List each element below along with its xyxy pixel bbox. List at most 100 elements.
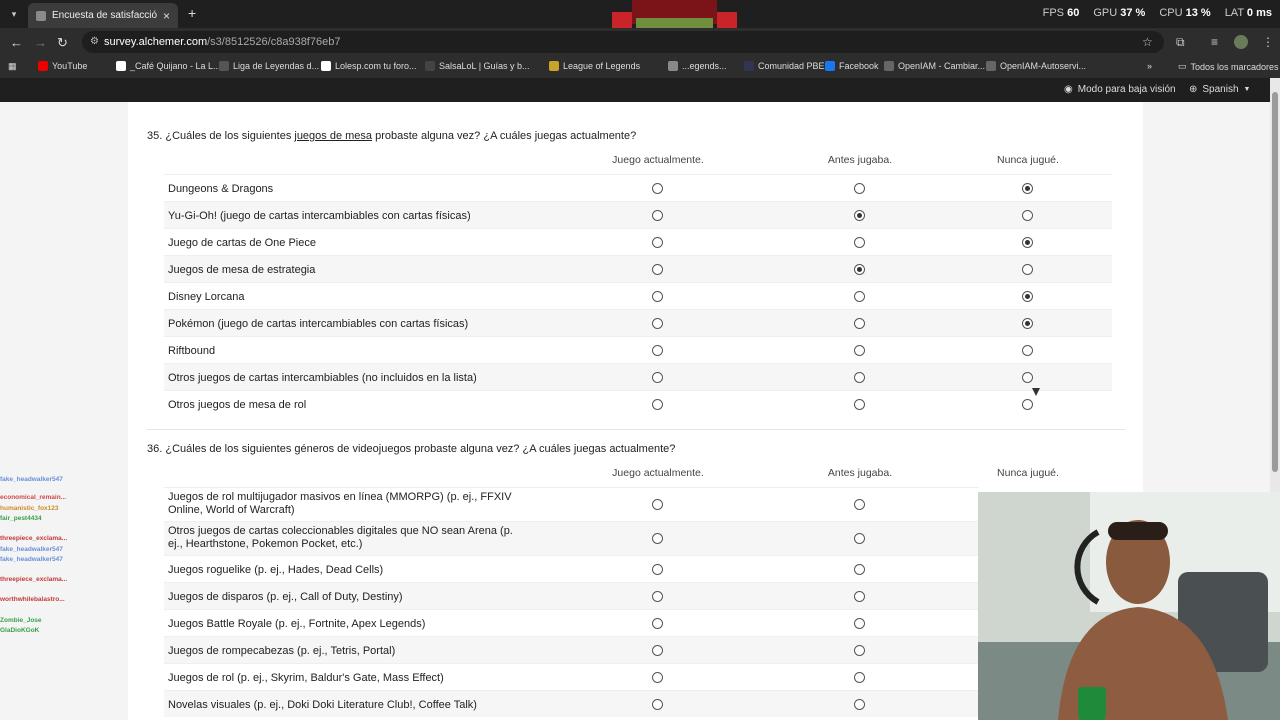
radio-option[interactable] [854,263,865,275]
radio-option[interactable] [854,209,865,221]
radio-option[interactable] [652,398,663,410]
radio-option[interactable] [1022,263,1033,275]
bookmark-item[interactable]: OpenIAM - Cambiar... [884,61,985,71]
bookmark-item[interactable]: ...egends... [668,61,727,71]
radio-option[interactable] [652,317,663,329]
site-info-icon[interactable]: ⚙ [90,36,99,47]
extensions-icon[interactable]: ⧉ [1176,35,1185,50]
radio-option[interactable] [652,344,663,356]
radio-option[interactable] [854,644,865,656]
radio-option[interactable] [854,533,865,544]
chat-message: worthwhilebalastro... [0,596,65,603]
chat-username: Zombie_Jose [0,617,42,624]
bookmark-favicon-icon [116,61,126,71]
q35-column-header: Antes jugaba. [827,154,893,166]
radio-option[interactable] [854,317,865,329]
radio-option[interactable] [652,371,663,383]
media-control-icon[interactable]: ≡ [1211,35,1218,49]
radio-option[interactable] [652,671,663,683]
radio-option[interactable] [1022,398,1033,410]
scrollbar-thumb[interactable] [1272,92,1278,472]
radio-option[interactable] [1022,182,1033,194]
browser-tab[interactable]: Encuesta de satisfacción sobre l × [28,3,178,28]
bookmark-star-icon[interactable]: ☆ [1142,35,1153,49]
radio-option[interactable] [1022,209,1033,221]
bookmark-item[interactable]: YouTube [38,61,87,71]
row-label: Novelas visuales (p. ej., Doki Doki Lite… [168,699,477,711]
bookmark-item[interactable]: Liga de Leyendas d... [219,61,319,71]
radio-option[interactable] [1022,290,1033,302]
chevron-down-icon: ▼ [1243,86,1251,93]
bookmark-item[interactable]: OpenIAM-Autoservi... [986,61,1086,71]
radio-option[interactable] [652,533,663,544]
site-favicon-icon [36,10,46,21]
matrix-row: Yu-Gi-Oh! (juego de cartas intercambiabl… [164,201,1112,228]
chat-username: humanistic_fox123 [0,505,59,512]
bookmark-item[interactable]: Lolesp.com tu foro... [321,61,417,71]
low-vision-toggle[interactable]: ◉ Modo para baja visión [1064,84,1176,95]
bookmark-item[interactable]: SalsaLoL | Guías y b... [425,61,530,71]
radio-option[interactable] [652,644,663,656]
row-label: Pokémon (juego de cartas intercambiables… [168,318,469,330]
stream-chat-overlay: fake_headwalker547 economical_remain... hu… [0,462,160,642]
matrix-row: Juegos Battle Royale (p. ej., Fortnite, … [164,609,979,636]
bookmark-item[interactable]: _Café Quijano - La L... [116,61,221,71]
apps-grid-icon[interactable]: ▦ [8,61,17,72]
reload-icon[interactable]: ↻ [57,35,68,51]
matrix-row: Juegos de mesa de estrategia [164,255,1112,282]
bookmark-item[interactable]: Comunidad PBE [744,61,825,71]
radio-option[interactable] [854,236,865,248]
radio-option[interactable] [1022,236,1033,248]
matrix-row: Novelas visuales (p. ej., Doki Doki Lite… [164,690,979,717]
radio-option[interactable] [652,263,663,275]
back-icon[interactable]: ← [10,35,23,50]
stat-gpu: GPU 37 % [1093,7,1146,19]
bookmark-item[interactable]: Facebook [825,61,879,71]
radio-option[interactable] [854,398,865,410]
survey-accessibility-bar: ◉ Modo para baja visión ⊕ Spanish ▼ [0,78,1270,102]
radio-option[interactable] [652,590,663,602]
radio-option[interactable] [652,290,663,302]
matrix-row: Otros juegos de cartas intercambiables (… [164,363,1112,390]
radio-option[interactable] [652,617,663,629]
all-bookmarks-folder[interactable]: ▭ Todos los marcadores [1178,61,1279,72]
matrix-row: Otros juegos de cartas coleccionables di… [164,521,979,555]
radio-option[interactable] [652,563,663,575]
tab-search-icon[interactable]: ▾ [6,6,22,22]
new-tab-icon[interactable]: + [188,5,196,21]
menu-kebab-icon[interactable]: ⋮ [1262,35,1274,49]
radio-option[interactable] [652,209,663,221]
chat-message: threepiece_exclama... [0,576,67,583]
radio-option[interactable] [854,371,865,383]
matrix-row: Juegos roguelike (p. ej., Hades, Dead Ce… [164,555,979,582]
radio-option[interactable] [854,499,865,510]
radio-option[interactable] [854,290,865,302]
bookmark-favicon-icon [321,61,331,71]
radio-option[interactable] [652,698,663,710]
radio-option[interactable] [854,698,865,710]
close-tab-icon[interactable]: × [163,9,170,23]
radio-option[interactable] [854,563,865,575]
radio-option[interactable] [1022,371,1033,383]
radio-option[interactable] [854,671,865,683]
radio-option[interactable] [652,182,663,194]
row-label: Juegos de rol (p. ej., Skyrim, Baldur's … [168,672,444,684]
radio-option[interactable] [854,590,865,602]
radio-option[interactable] [652,236,663,248]
bookmark-item[interactable]: League of Legends [549,61,640,71]
radio-option[interactable] [652,499,663,510]
radio-option[interactable] [854,344,865,356]
language-select[interactable]: ⊕ Spanish ▼ [1189,84,1250,95]
profile-avatar[interactable] [1234,35,1248,49]
radio-option[interactable] [854,617,865,629]
forward-icon[interactable]: → [34,35,47,50]
radio-option[interactable] [1022,344,1033,356]
more-bookmarks-icon[interactable]: » [1147,61,1152,71]
url-field[interactable]: ⚙ survey.alchemer.com/s3/8512526/c8a938f… [82,31,1164,53]
radio-option[interactable] [854,182,865,194]
q36-column-header: Juego actualmente. [612,467,704,479]
address-bar-row: ← → ↻ ⚙ survey.alchemer.com/s3/8512526/c… [0,28,1280,56]
chat-message: economical_remain... [0,494,66,501]
chat-username: GlaDioKGoK [0,627,40,634]
radio-option[interactable] [1022,317,1033,329]
